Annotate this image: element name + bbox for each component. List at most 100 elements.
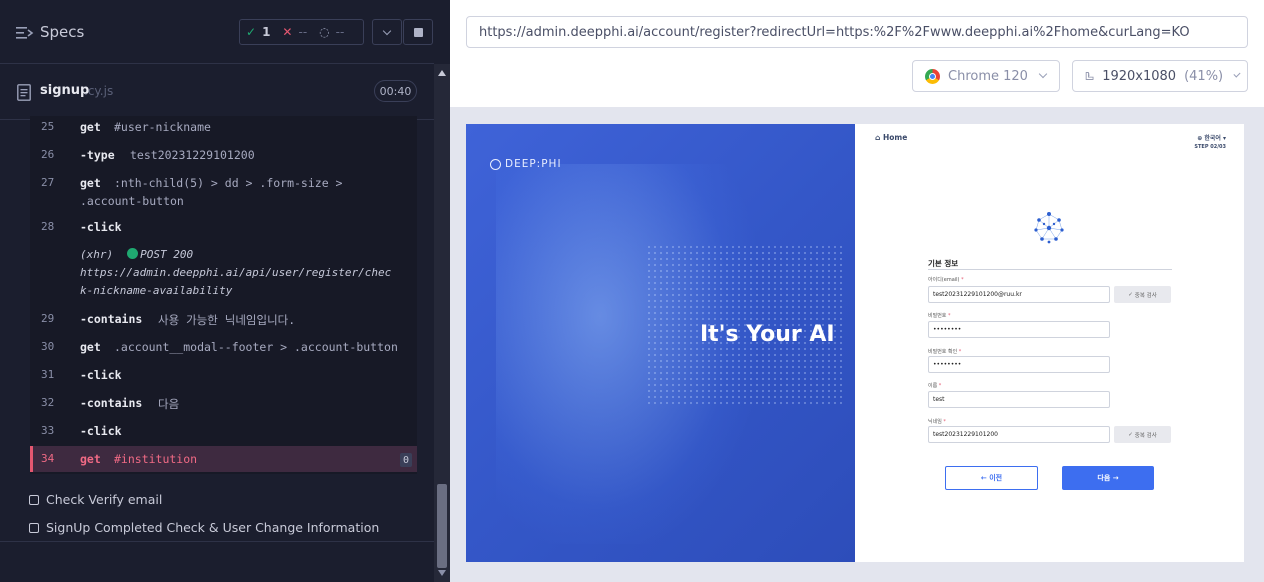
field-label-nickname: 닉네임 *	[928, 419, 946, 425]
command-name: get	[80, 452, 101, 466]
next-button[interactable]: 다음 →	[1062, 466, 1154, 490]
browser-selector[interactable]: Chrome 120	[912, 60, 1060, 92]
scroll-down-arrow-icon[interactable]	[438, 570, 446, 576]
test-checkbox-icon	[29, 494, 39, 505]
failed-stat: ✕ --	[276, 25, 313, 39]
command-number: 33	[41, 424, 55, 437]
command-arg: 사용 가능한 닉네임입니다.	[158, 313, 296, 327]
viewport-selector[interactable]: 1920x1080 (41%)	[1072, 60, 1248, 92]
deepphi-network-logo-icon	[1034, 212, 1064, 244]
command-number: 31	[41, 368, 55, 381]
spec-file-header: signup .cy.js 00:40	[0, 66, 434, 120]
prev-button[interactable]: ← 이전	[945, 466, 1038, 490]
test-item[interactable]: SignUp Completed Check & User Change Inf…	[29, 520, 379, 535]
command-number: 28	[41, 220, 55, 233]
chevron-down-icon	[1233, 70, 1241, 78]
divider	[0, 541, 434, 542]
ruler-icon	[1085, 72, 1094, 80]
aut-iframe: DEEP:PHI It's Your AI ⌂ Home ⊕ 한국어 ▾ STE…	[466, 124, 1244, 562]
stop-icon	[413, 27, 423, 37]
test-title: SignUp Completed Check & User Change Inf…	[46, 520, 380, 535]
pending-stat: ◌ --	[313, 25, 350, 39]
command-log-scrollbar[interactable]	[434, 64, 450, 582]
app-preview-panel: https://admin.deepphi.ai/account/registe…	[450, 0, 1264, 582]
chevron-down-icon	[382, 26, 392, 35]
signup-hero: DEEP:PHI It's Your AI	[466, 124, 855, 562]
command-arg: 다음	[158, 397, 180, 411]
command-name: -click	[80, 368, 122, 382]
command-arg: #user-nickname	[114, 120, 211, 134]
specs-label[interactable]: Specs	[40, 23, 84, 41]
command-number: 32	[41, 396, 55, 409]
chevron-down-icon	[1038, 69, 1048, 79]
file-icon	[17, 84, 31, 101]
step-indicator: STEP 02/03	[1194, 144, 1226, 150]
collapse-button[interactable]	[372, 19, 402, 45]
element-count-badge: 0	[400, 453, 412, 467]
language-label: 한국어	[1204, 135, 1221, 142]
command-name: get	[80, 340, 101, 354]
viewport-scale: (41%)	[1184, 68, 1224, 84]
brand-name: DEEP:PHI	[505, 158, 562, 170]
stop-button[interactable]	[403, 19, 433, 45]
command-log: 25 get #user-nickname 26 -type test20231…	[30, 116, 417, 474]
command-arg: :nth-child(5) > dd > .form-size >	[114, 176, 343, 190]
spec-file-name[interactable]: signup	[40, 83, 89, 98]
xhr-url-line1: https://admin.deepphi.ai/api/user/regist…	[80, 266, 392, 279]
command-row-active[interactable]: 34 get #institution 0	[30, 446, 417, 472]
email-field[interactable]: test20231229101200@ruu.kr	[928, 286, 1110, 303]
divider	[928, 269, 1172, 270]
language-selector[interactable]: ⊕ 한국어 ▾	[1197, 133, 1226, 142]
home-icon: ⌂	[875, 133, 883, 142]
test-stats: ✓ 1 ✕ -- ◌ --	[239, 19, 364, 45]
runner-header: Specs ✓ 1 ✕ -- ◌ --	[0, 0, 434, 64]
spec-duration: 00:40	[374, 80, 417, 102]
test-title: Check Verify email	[46, 492, 163, 507]
email-duplicate-check-button[interactable]: ✓ 중복 검사	[1114, 286, 1171, 303]
command-number: 25	[41, 120, 55, 133]
scroll-up-arrow-icon[interactable]	[438, 70, 446, 76]
command-number: 30	[41, 340, 55, 353]
command-name: get	[80, 176, 101, 190]
preview-header: https://admin.deepphi.ai/account/registe…	[450, 0, 1264, 107]
test-checkbox-icon	[29, 522, 39, 533]
viewport-size: 1920x1080	[1102, 68, 1177, 84]
section-title: 기본 정보	[928, 259, 959, 268]
command-name: -contains	[80, 312, 143, 326]
field-label-name: 이름 *	[928, 383, 942, 389]
command-number: 34	[41, 452, 55, 465]
nickname-field[interactable]: test20231229101200	[928, 426, 1110, 443]
check-icon: ✓	[246, 25, 257, 39]
field-label-email: 아이디(email) *	[928, 277, 964, 283]
command-name: get	[80, 120, 101, 134]
caret-down-icon: ▾	[1220, 135, 1226, 142]
command-name: -click	[80, 220, 122, 234]
test-item[interactable]: Check Verify email	[29, 492, 162, 507]
aut-url-bar[interactable]: https://admin.deepphi.ai/account/registe…	[466, 16, 1248, 48]
specs-menu-icon[interactable]	[16, 25, 34, 41]
field-label-password: 비밀번호 *	[928, 313, 951, 319]
nickname-duplicate-check-button[interactable]: ✓ 중복 검사	[1114, 426, 1171, 443]
xhr-log-entry[interactable]: (xhr) POST 200 https://admin.deepphi.ai/a…	[80, 246, 415, 300]
command-name: -contains	[80, 396, 143, 410]
pending-count: --	[335, 25, 345, 39]
xhr-label: (xhr)	[80, 248, 114, 261]
chrome-icon	[925, 68, 940, 84]
home-label: Home	[882, 133, 908, 142]
passed-stat: ✓ 1	[240, 25, 276, 39]
name-field[interactable]: test	[928, 391, 1110, 408]
deepphi-logo-icon	[490, 158, 501, 170]
command-arg: test20231229101200	[130, 148, 255, 162]
scrollbar-thumb[interactable]	[437, 484, 447, 568]
command-arg-continued: .account-button	[80, 194, 184, 208]
password-confirm-field[interactable]: ••••••••	[928, 356, 1110, 373]
hero-tagline: It's Your AI	[700, 322, 835, 347]
status-dot-icon	[127, 248, 139, 259]
command-name: -type	[80, 148, 115, 162]
command-number: 29	[41, 312, 55, 325]
brand-logo: DEEP:PHI	[490, 158, 562, 170]
spec-file-ext: .cy.js	[84, 84, 114, 98]
password-field[interactable]: ••••••••	[928, 321, 1110, 338]
signup-form: ⌂ Home ⊕ 한국어 ▾ STEP 02/03 기본 정보 아이디(emai…	[855, 124, 1244, 562]
home-link[interactable]: ⌂ Home	[875, 133, 907, 142]
